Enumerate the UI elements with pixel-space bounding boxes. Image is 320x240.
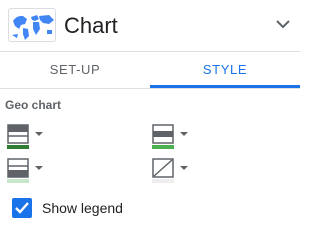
min-color-picker[interactable] (7, 158, 47, 190)
world-map-icon[interactable] (8, 8, 56, 42)
no-fill-icon (152, 158, 174, 183)
tab-style[interactable]: STYLE (150, 52, 300, 88)
panel-header: Chart (0, 0, 300, 51)
max-color-picker[interactable] (7, 124, 47, 156)
color-scale-icon (152, 124, 174, 149)
tab-setup[interactable]: SET-UP (0, 52, 150, 88)
show-legend-option[interactable]: Show legend (12, 197, 212, 221)
caret-down-icon (35, 166, 43, 170)
caret-down-icon (180, 166, 188, 170)
color-scale-icon (7, 124, 29, 149)
mid-color-picker[interactable] (152, 124, 192, 156)
color-scale-icon (7, 158, 29, 183)
section-title: Geo chart (5, 98, 62, 112)
no-data-color-picker[interactable] (152, 158, 192, 190)
caret-down-icon (35, 132, 43, 136)
checkmark-icon (15, 202, 29, 214)
chevron-down-icon[interactable] (274, 15, 292, 33)
chart-title: Chart (64, 13, 118, 38)
tabs-divider (0, 88, 300, 89)
show-legend-label: Show legend (42, 200, 123, 216)
show-legend-checkbox[interactable] (12, 198, 32, 218)
caret-down-icon (180, 132, 188, 136)
